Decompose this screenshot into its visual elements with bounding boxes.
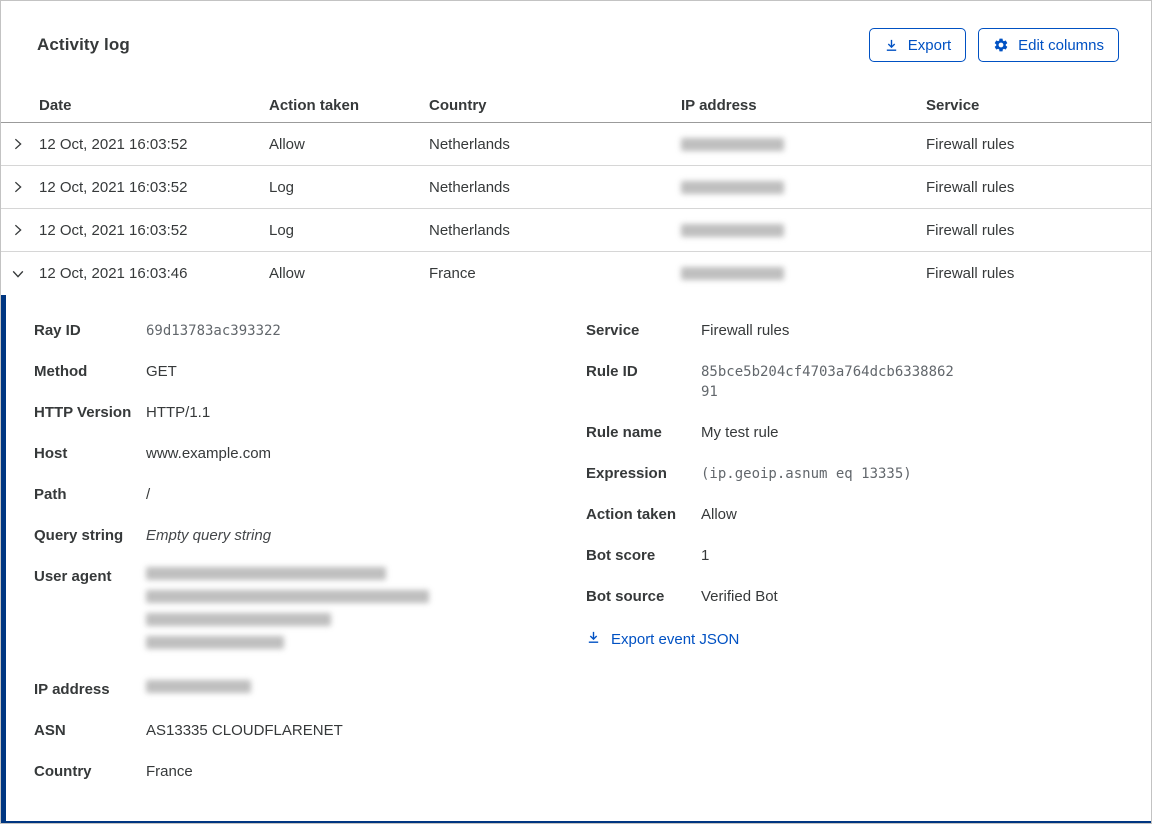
column-header-country: Country <box>429 97 487 114</box>
cell-action-taken: Log <box>269 221 295 239</box>
redacted-ip <box>681 223 784 237</box>
redacted-text-line <box>146 613 331 626</box>
redacted-ip <box>681 267 784 280</box>
cell-ip-address <box>681 223 926 237</box>
detail-label-user-agent: User agent <box>34 568 112 585</box>
toolbar: Activity log Export Edit columns <box>1 1 1151 89</box>
edit-columns-button[interactable]: Edit columns <box>978 28 1119 62</box>
page-title: Activity log <box>37 35 130 54</box>
event-detail-panel: Ray ID 69d13783ac393322 Method GET HTTP … <box>1 295 1151 823</box>
cell-country: Netherlands <box>429 178 510 196</box>
column-header-ip-address: IP address <box>681 97 757 114</box>
detail-value-http-version: HTTP/1.1 <box>146 404 211 421</box>
detail-label-host: Host <box>34 445 68 462</box>
detail-value-service: Firewall rules <box>701 322 790 339</box>
detail-label-rule-id: Rule ID <box>586 363 638 380</box>
detail-value-bot-score: 1 <box>701 547 710 564</box>
detail-label-rule-name: Rule name <box>586 424 662 441</box>
gear-icon <box>993 37 1009 53</box>
activity-log-panel: Activity log Export Edit columns Date Ac… <box>0 0 1152 824</box>
detail-value-user-agent-redacted <box>146 567 586 659</box>
cell-service: Firewall rules <box>926 221 1015 239</box>
cell-ip-address <box>681 267 926 280</box>
redacted-text-line <box>146 590 429 603</box>
detail-value-bot-source: Verified Bot <box>701 588 778 605</box>
toolbar-actions: Export Edit columns <box>868 28 1119 62</box>
cell-country: Netherlands <box>429 221 510 239</box>
detail-label-action-taken: Action taken <box>586 506 677 523</box>
cell-ip-address <box>681 137 926 151</box>
cell-service: Firewall rules <box>926 135 1015 153</box>
chevron-right-icon[interactable] <box>1 180 39 194</box>
cell-service: Firewall rules <box>926 265 1015 282</box>
cell-country: Netherlands <box>429 135 510 153</box>
detail-value-country: France <box>146 763 193 780</box>
chevron-right-icon[interactable] <box>1 223 39 237</box>
cell-date: 12 Oct, 2021 16:03:52 <box>39 221 188 239</box>
detail-value-method: GET <box>146 363 177 380</box>
table-row[interactable]: 12 Oct, 2021 16:03:52 Allow Netherlands … <box>1 123 1151 166</box>
detail-label-ip-address: IP address <box>34 681 110 698</box>
detail-value-host: www.example.com <box>146 445 272 462</box>
redacted-ip <box>146 680 251 693</box>
column-header-action-taken: Action taken <box>269 97 360 114</box>
detail-left-column: Ray ID 69d13783ac393322 Method GET HTTP … <box>34 321 586 821</box>
cell-date: 12 Oct, 2021 16:03:52 <box>39 135 188 153</box>
redacted-ip <box>681 180 784 194</box>
cell-ip-address <box>681 180 926 194</box>
cell-date: 12 Oct, 2021 16:03:52 <box>39 178 188 196</box>
cell-date: 12 Oct, 2021 16:03:46 <box>39 265 188 282</box>
column-header-service: Service <box>926 97 980 114</box>
export-event-json-link[interactable]: Export event JSON <box>586 630 1115 649</box>
detail-value-rule-name: My test rule <box>701 424 779 441</box>
export-button[interactable]: Export <box>868 28 967 62</box>
cell-action-taken: Allow <box>269 265 305 282</box>
detail-label-http-version: HTTP Version <box>34 404 132 421</box>
detail-value-expression: (ip.geoip.asnum eq 13335) <box>701 466 912 482</box>
detail-label-method: Method <box>34 363 88 380</box>
cell-service: Firewall rules <box>926 178 1015 196</box>
detail-value-ray-id: 69d13783ac393322 <box>146 323 281 339</box>
detail-value-query-string: Empty query string <box>146 527 272 544</box>
chevron-right-icon[interactable] <box>1 137 39 151</box>
detail-label-query-string: Query string <box>34 527 124 544</box>
detail-label-bot-source: Bot source <box>586 588 665 605</box>
cell-action-taken: Allow <box>269 135 305 153</box>
detail-label-asn: ASN <box>34 722 66 739</box>
table-header: Date Action taken Country IP address Ser… <box>1 89 1151 123</box>
detail-label-bot-score: Bot score <box>586 547 656 564</box>
edit-columns-button-label: Edit columns <box>1018 36 1104 54</box>
cell-country: France <box>429 265 476 282</box>
column-header-date: Date <box>39 97 72 114</box>
table-row[interactable]: 12 Oct, 2021 16:03:52 Log Netherlands Fi… <box>1 166 1151 209</box>
table-row[interactable]: 12 Oct, 2021 16:03:52 Log Netherlands Fi… <box>1 209 1151 252</box>
detail-label-country: Country <box>34 763 92 780</box>
redacted-ip <box>681 137 784 151</box>
detail-label-service: Service <box>586 322 640 339</box>
detail-value-rule-id: 85bce5b204cf4703a764dcb633886291 <box>701 364 954 400</box>
table-row-expanded[interactable]: 12 Oct, 2021 16:03:46 Allow France Firew… <box>1 252 1151 295</box>
export-button-label: Export <box>907 36 952 54</box>
detail-value-path: / <box>146 486 151 503</box>
detail-value-asn: AS13335 CLOUDFLARENET <box>146 722 343 739</box>
cell-action-taken: Log <box>269 178 295 196</box>
detail-value-action-taken: Allow <box>701 506 737 523</box>
detail-label-expression: Expression <box>586 465 667 482</box>
detail-label-ray-id: Ray ID <box>34 322 81 339</box>
redacted-text-line <box>146 567 386 580</box>
redacted-text-line <box>146 636 284 649</box>
chevron-down-icon[interactable] <box>1 267 39 281</box>
detail-value-ip-address-redacted <box>146 680 586 700</box>
export-event-json-label: Export event JSON <box>611 631 740 648</box>
detail-label-path: Path <box>34 486 67 503</box>
download-icon <box>884 38 899 53</box>
download-icon <box>586 630 601 649</box>
detail-right-column: Service Firewall rules Rule ID 85bce5b20… <box>586 321 1115 821</box>
